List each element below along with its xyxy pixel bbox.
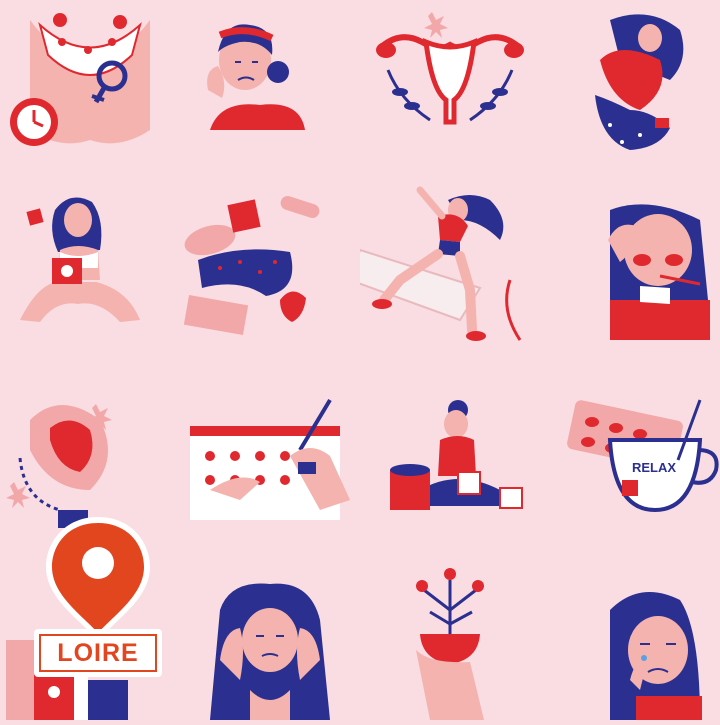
sanitary-pad-flowers xyxy=(0,360,180,540)
woman-headache-portrait xyxy=(180,0,360,180)
woman-hands-on-head xyxy=(180,540,360,720)
tea-cup-label: RELAX xyxy=(632,460,676,475)
woman-fever-thermometer xyxy=(540,180,720,360)
menstrual-cycle-body-icon xyxy=(0,0,180,180)
hand-holding-flowers xyxy=(360,540,540,720)
location-label-box: LOIRE xyxy=(34,629,162,677)
woman-holding-pads xyxy=(0,180,180,360)
period-calendar-hands xyxy=(180,360,360,540)
location-label: LOIRE xyxy=(39,634,157,672)
woman-crying xyxy=(540,540,720,720)
underwear-pads-pills-cup xyxy=(180,180,360,360)
pills-and-relax-tea-cup: RELAX xyxy=(540,360,720,540)
uterus-ovaries-icon xyxy=(360,0,540,180)
woman-sitting-sweets xyxy=(360,360,540,540)
woman-jumping-on-pad xyxy=(348,180,540,360)
woman-curled-cramps xyxy=(540,0,720,180)
location-badge: LOIRE xyxy=(30,515,170,685)
